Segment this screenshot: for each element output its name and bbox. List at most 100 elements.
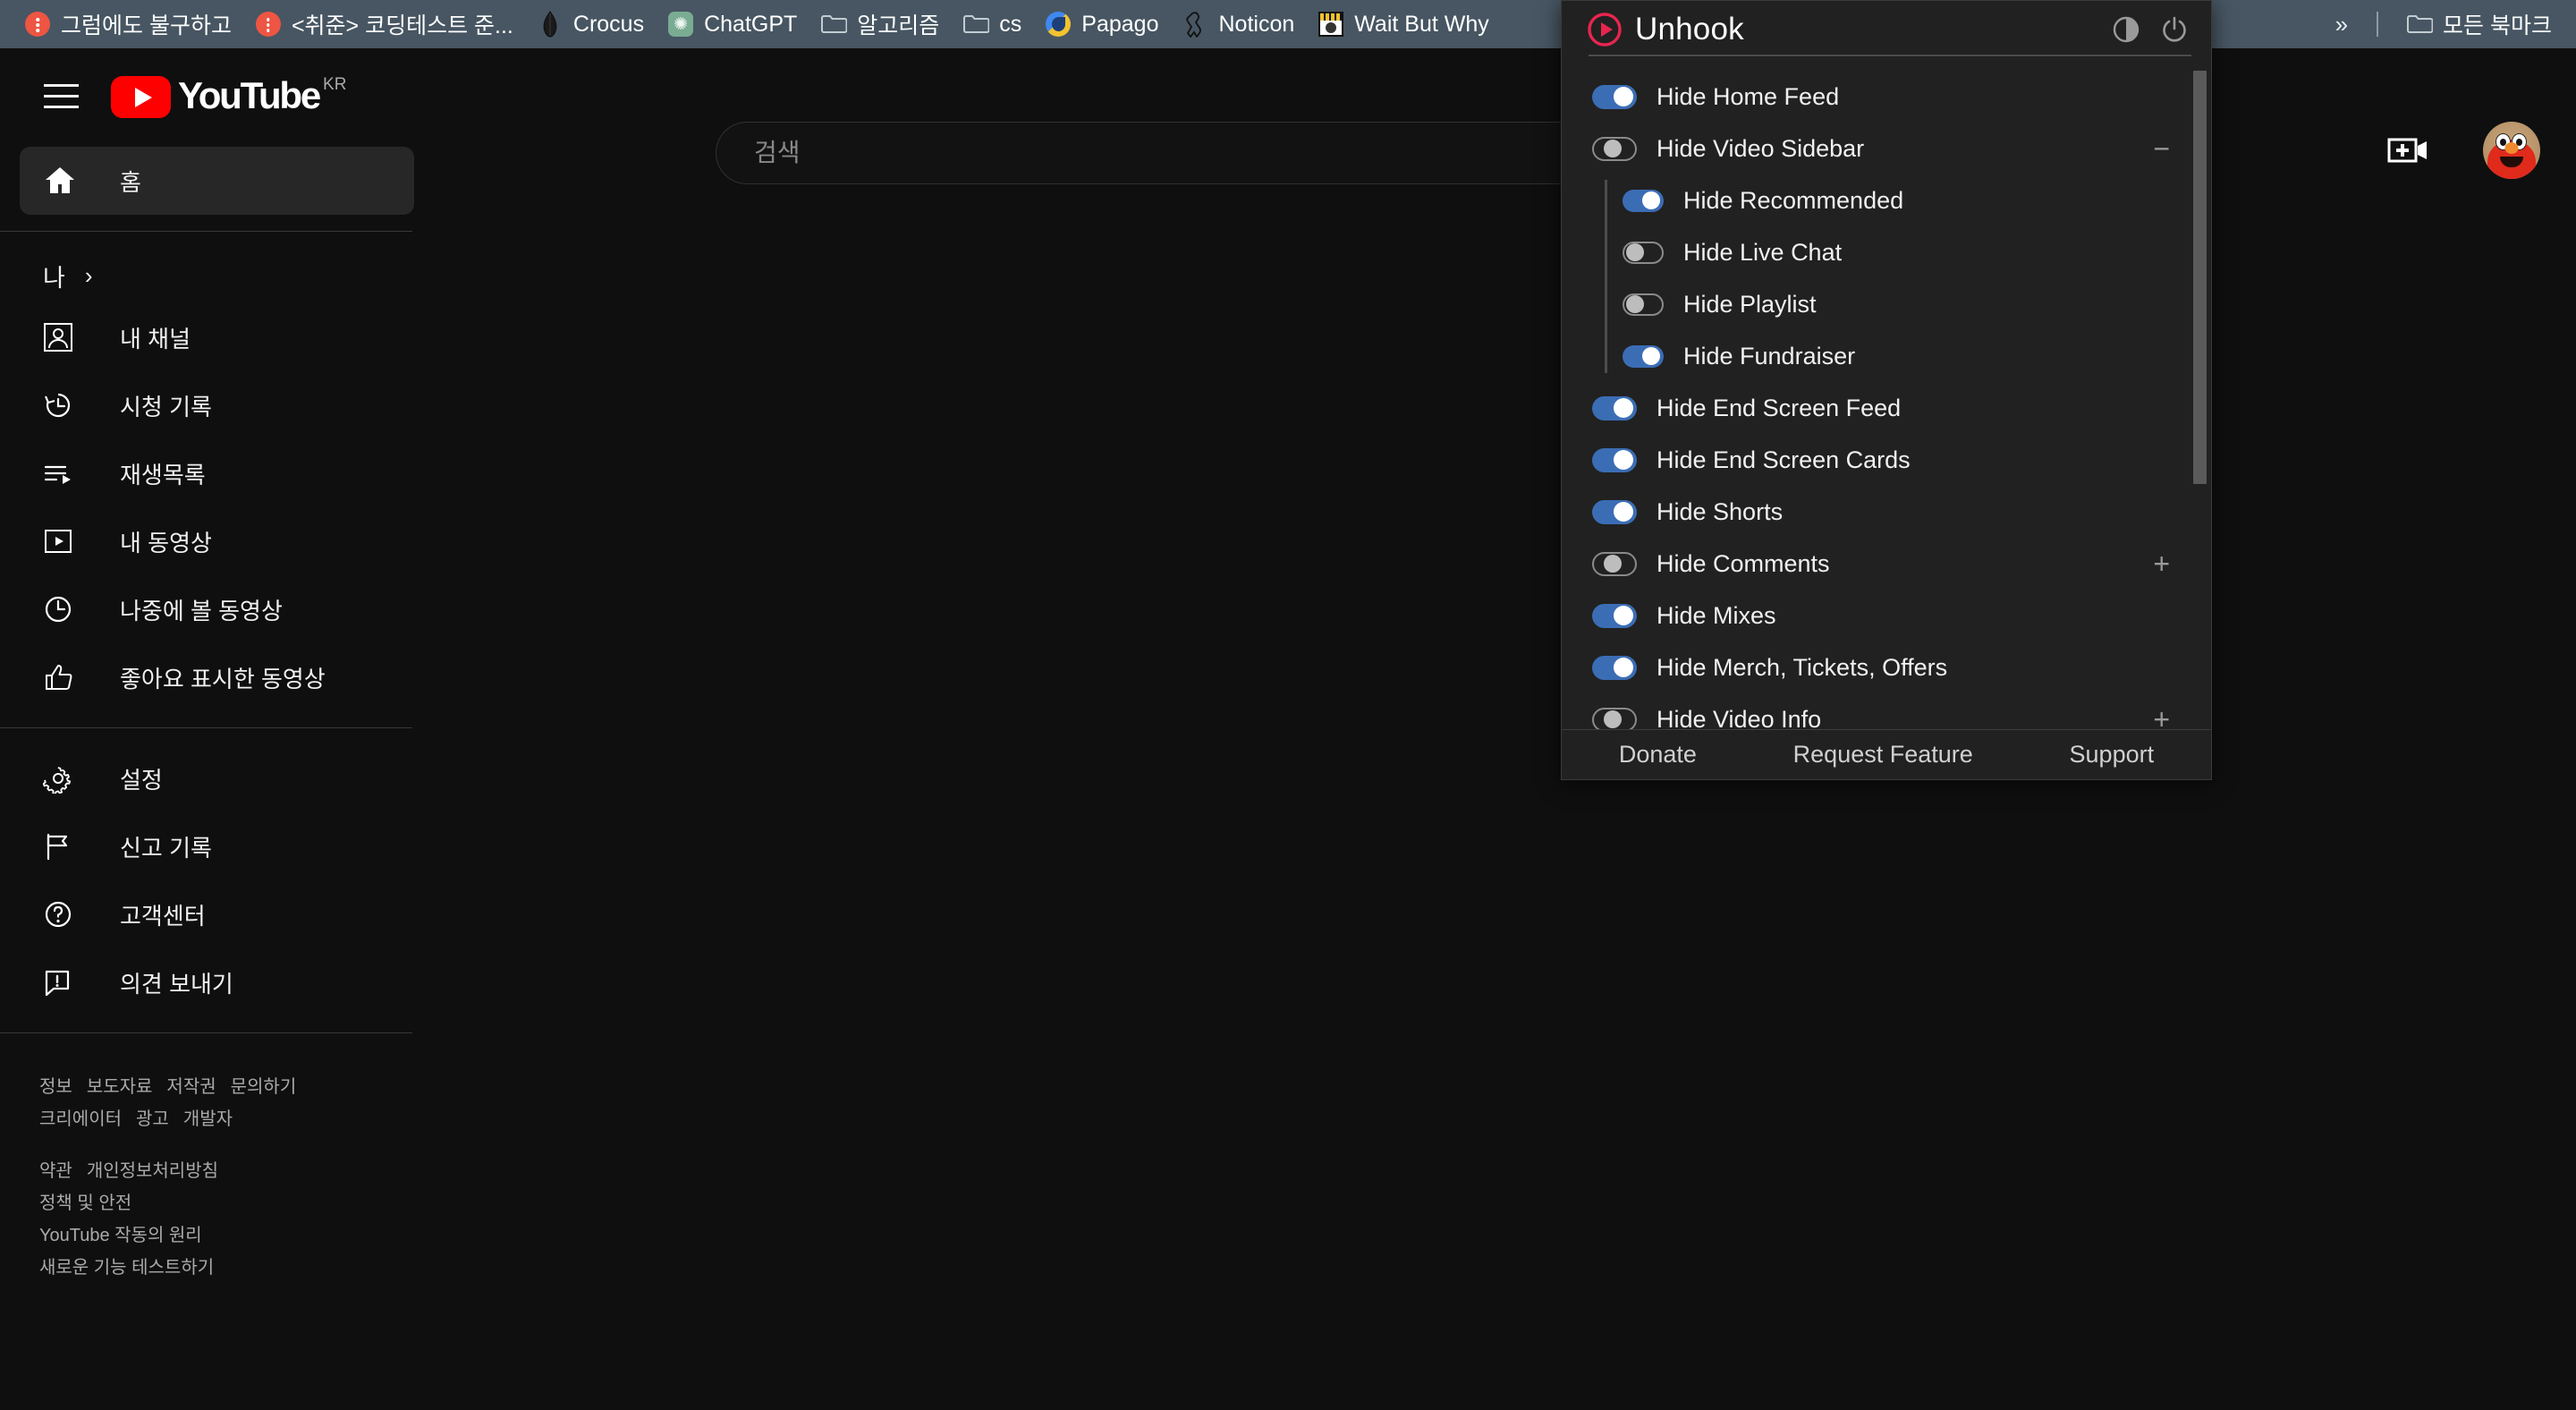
sidebar-item-playlists[interactable]: 재생목록 — [20, 439, 414, 507]
tistory-icon — [24, 11, 51, 38]
sidebar-item-history[interactable]: 시청 기록 — [20, 371, 414, 439]
unhook-option-hide-recommended[interactable]: Hide Recommended — [1562, 174, 2211, 232]
unhook-footer: Donate Request Feature Support — [1562, 729, 2211, 779]
toggle-switch[interactable] — [1592, 551, 1637, 576]
donate-link[interactable]: Donate — [1619, 741, 1697, 769]
noticon-icon — [1182, 11, 1209, 38]
footer-link[interactable]: 문의하기 — [231, 1077, 297, 1097]
toggle-switch[interactable] — [1623, 293, 1664, 316]
footer-link-group: 크리에이터 광고 개발자 — [39, 1103, 398, 1135]
footer-link[interactable]: 보도자료 — [87, 1077, 153, 1097]
option-label: Hide Home Feed — [1657, 82, 1840, 110]
guide-toggle-button[interactable] — [25, 60, 97, 132]
bookmark-label: Papago — [1081, 11, 1159, 37]
create-video-button[interactable] — [2385, 126, 2433, 174]
unhook-option-hide-comments[interactable]: Hide Comments + — [1562, 538, 2211, 590]
sidebar-item-help[interactable]: 고객센터 — [20, 880, 414, 948]
unhook-option-hide-shorts[interactable]: Hide Shorts — [1562, 486, 2211, 538]
toggle-switch[interactable] — [1623, 189, 1664, 212]
search-box[interactable] — [716, 122, 1699, 184]
option-label: Hide Mixes — [1657, 601, 1776, 629]
sidebar-item-label: 재생목록 — [120, 461, 206, 488]
sidebar-section-you[interactable]: 나 › — [0, 248, 434, 303]
toggle-switch[interactable] — [1592, 84, 1637, 109]
footer-link-group: 새로운 기능 테스트하기 — [39, 1252, 398, 1284]
divider — [0, 231, 412, 232]
sidebar-item-label: 설정 — [120, 766, 163, 794]
bookmark-label: Wait But Why — [1354, 11, 1489, 37]
bookmark-folder[interactable]: cs — [951, 6, 1033, 42]
sidebar-item-report-history[interactable]: 신고 기록 — [20, 812, 414, 880]
sidebar-item-send-feedback[interactable]: 의견 보내기 — [20, 948, 414, 1016]
expand-button[interactable]: + — [2153, 705, 2170, 729]
unhook-option-hide-merch-tickets-offers[interactable]: Hide Merch, Tickets, Offers — [1562, 641, 2211, 693]
sidebar-item-home[interactable]: 홈 — [20, 147, 414, 215]
footer-link[interactable]: 약관 — [39, 1161, 72, 1181]
toggle-switch[interactable] — [1592, 499, 1637, 524]
sidebar-item-watch-later[interactable]: 나중에 볼 동영상 — [20, 575, 414, 643]
bookmark-item[interactable]: Wait But Why — [1306, 6, 1501, 42]
unhook-option-hide-video-info[interactable]: Hide Video Info + — [1562, 693, 2211, 729]
youtube-logo[interactable]: YouTube KR — [111, 73, 346, 118]
footer-link[interactable]: 정책 및 안전 — [39, 1193, 131, 1213]
option-label: Hide Playlist — [1683, 290, 1817, 318]
sidebar-item-liked-videos[interactable]: 좋아요 표시한 동영상 — [20, 643, 414, 711]
unhook-header: Unhook — [1562, 1, 2211, 58]
bookmark-item[interactable]: <취준> 코딩테스트 준... — [243, 4, 525, 45]
sidebar-item-your-videos[interactable]: 내 동영상 — [20, 507, 414, 575]
sidebar-item-settings[interactable]: 설정 — [20, 744, 414, 812]
gear-icon — [43, 763, 86, 794]
footer-link[interactable]: 개발자 — [183, 1109, 233, 1129]
bookmark-folder[interactable]: 알고리즘 — [809, 4, 951, 45]
bookmark-item[interactable]: Papago — [1033, 6, 1170, 42]
footer-link[interactable]: 광고 — [136, 1109, 169, 1129]
power-icon[interactable] — [2157, 13, 2191, 47]
unhook-option-hide-end-screen-feed[interactable]: Hide End Screen Feed — [1562, 382, 2211, 434]
bookmark-item[interactable]: ✺ ChatGPT — [656, 6, 809, 42]
search-input[interactable] — [754, 139, 1699, 167]
scrollbar-track[interactable] — [2191, 60, 2209, 727]
footer-link[interactable]: 크리에이터 — [39, 1109, 122, 1129]
unhook-option-hide-fundraiser[interactable]: Hide Fundraiser — [1562, 325, 2211, 382]
sidebar-item-my-channel[interactable]: 내 채널 — [20, 303, 414, 371]
bookmark-item[interactable]: Noticon — [1171, 6, 1307, 42]
footer-link[interactable]: 저작권 — [166, 1077, 216, 1097]
sidebar-item-label: 내 동영상 — [120, 529, 212, 556]
toggle-switch[interactable] — [1592, 707, 1637, 729]
unhook-option-hide-video-sidebar[interactable]: Hide Video Sidebar − — [1562, 123, 2211, 174]
footer-link[interactable]: 개인정보처리방침 — [87, 1161, 218, 1181]
support-link[interactable]: Support — [2070, 741, 2155, 769]
unhook-option-hide-home-feed[interactable]: Hide Home Feed — [1562, 71, 2211, 123]
youtube-locale-label: KR — [323, 75, 347, 94]
unhook-option-hide-live-chat[interactable]: Hide Live Chat — [1562, 221, 2211, 284]
bookmark-item[interactable]: Crocus — [525, 6, 656, 42]
footer-link[interactable]: 새로운 기능 테스트하기 — [39, 1258, 214, 1278]
request-feature-link[interactable]: Request Feature — [1793, 741, 1973, 769]
toggle-switch[interactable] — [1592, 395, 1637, 420]
all-bookmarks-button[interactable]: 모든 북마크 — [2394, 4, 2563, 45]
expand-button[interactable]: + — [2153, 549, 2170, 578]
avatar[interactable] — [2483, 122, 2540, 179]
footer-link[interactable]: YouTube 작동의 원리 — [39, 1226, 202, 1245]
unhook-option-hide-mixes[interactable]: Hide Mixes — [1562, 590, 2211, 641]
footer-link-group: 약관 개인정보처리방침 — [39, 1155, 398, 1187]
bookmarks-overflow-button[interactable]: » — [2321, 7, 2360, 42]
unhook-option-hide-playlist[interactable]: Hide Playlist — [1562, 273, 2211, 336]
scrollbar-thumb[interactable] — [2193, 71, 2207, 484]
unhook-option-hide-end-screen-cards[interactable]: Hide End Screen Cards — [1562, 434, 2211, 486]
folder-icon — [820, 11, 848, 38]
unhook-header-actions — [2109, 13, 2191, 47]
divider — [0, 727, 412, 728]
bookmark-item[interactable]: 그럼에도 불구하고 — [13, 4, 243, 45]
toggle-switch[interactable] — [1592, 447, 1637, 472]
toggle-switch[interactable] — [1592, 136, 1637, 161]
collapse-button[interactable]: − — [2153, 134, 2170, 163]
toggle-switch[interactable] — [1623, 344, 1664, 368]
toggle-switch[interactable] — [1623, 241, 1664, 264]
header-divider — [1589, 55, 2191, 56]
thumbs-up-icon — [43, 662, 86, 692]
toggle-switch[interactable] — [1592, 603, 1637, 628]
contrast-icon[interactable] — [2109, 13, 2143, 47]
toggle-switch[interactable] — [1592, 655, 1637, 680]
footer-link[interactable]: 정보 — [39, 1077, 72, 1097]
